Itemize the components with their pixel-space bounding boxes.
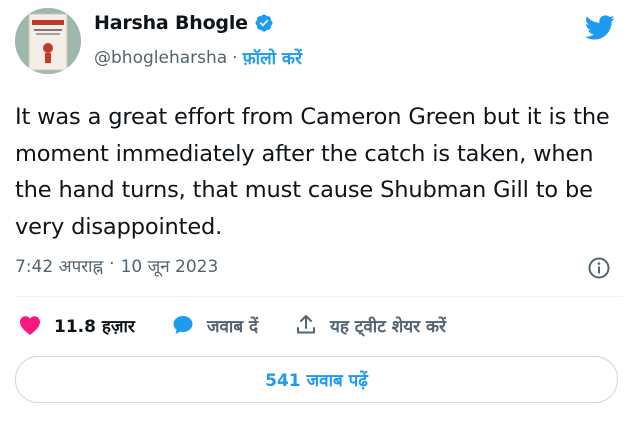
reply-button[interactable]: जवाब दें	[171, 313, 258, 337]
follow-button[interactable]: फ़ॉलो करें	[243, 46, 302, 69]
handle-separator: ·	[232, 47, 238, 68]
heart-icon	[20, 316, 40, 335]
tweet-text: It was a great effort from Cameron Green…	[15, 104, 610, 240]
action-bar: 11.8 हज़ार जवाब दें यह ट्वीट शेयर करें	[18, 313, 482, 337]
share-label: यह ट्वीट शेयर करें	[329, 316, 446, 337]
author-handle-row: @bhogleharsha · फ़ॉलो करें	[94, 46, 302, 70]
share-button[interactable]: यह ट्वीट शेयर करें	[294, 313, 446, 337]
twitter-bird-icon[interactable]	[582, 12, 618, 42]
author-display-name[interactable]: Harsha Bhogle	[94, 12, 248, 34]
reply-label: जवाब दें	[206, 316, 258, 337]
read-replies-button[interactable]: 541 जवाब पढ़ें	[15, 356, 618, 403]
verified-badge-icon	[254, 13, 274, 33]
tweet-date[interactable]: 10 जून 2023	[121, 254, 219, 277]
timestamp-separator: ·	[109, 254, 115, 274]
tweet-time[interactable]: 7:42 अपराह्न	[15, 254, 103, 277]
like-button[interactable]: 11.8 हज़ार	[18, 313, 135, 337]
tweet-timestamp-row: 7:42 अपराह्न · 10 जून 2023	[15, 254, 218, 277]
avatar[interactable]	[15, 8, 81, 74]
like-count: 11.8 हज़ार	[54, 316, 135, 337]
info-icon[interactable]	[587, 256, 611, 280]
author-handle[interactable]: @bhogleharsha	[94, 48, 227, 68]
avatar-book-cover-image	[15, 8, 81, 74]
tweet-card: Harsha Bhogle @bhogleharsha · फ़ॉलो करें…	[0, 0, 640, 423]
divider	[15, 296, 622, 297]
reply-bubble-icon	[173, 316, 193, 334]
author-name-row: Harsha Bhogle	[94, 12, 274, 34]
share-icon	[296, 315, 315, 334]
